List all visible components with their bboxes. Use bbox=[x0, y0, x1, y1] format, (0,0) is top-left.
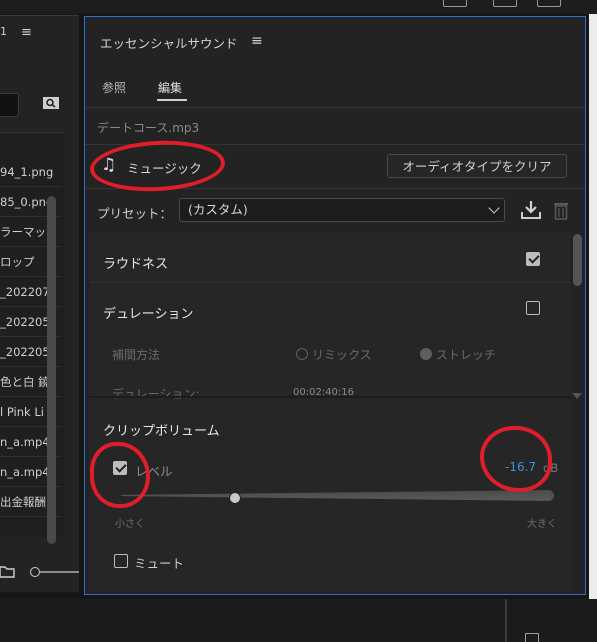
zoom-slider-handle[interactable] bbox=[30, 567, 40, 577]
divider bbox=[505, 599, 507, 642]
loudness-checkbox[interactable] bbox=[526, 252, 540, 266]
panel-title[interactable]: エッセンシャルサウンド bbox=[100, 33, 238, 52]
trash-icon[interactable] bbox=[552, 200, 570, 220]
duration-checkbox[interactable] bbox=[526, 301, 540, 315]
interpolation-label: 補間方法 bbox=[112, 348, 161, 362]
project-tab-label[interactable]: 1 bbox=[0, 25, 7, 38]
background-strip bbox=[589, 14, 597, 642]
divider bbox=[0, 15, 79, 16]
mute-checkbox[interactable] bbox=[114, 554, 128, 568]
clear-audio-type-button[interactable]: オーディオタイプをクリア bbox=[387, 154, 567, 178]
timeline-area bbox=[0, 599, 597, 642]
clip-volume-title: クリップボリューム bbox=[103, 424, 220, 439]
window-icon[interactable] bbox=[443, 0, 467, 7]
remix-radio[interactable] bbox=[296, 348, 308, 360]
search-input[interactable] bbox=[0, 93, 19, 117]
stretch-radio[interactable] bbox=[420, 348, 432, 360]
loudness-label: ラウドネス bbox=[103, 257, 169, 272]
level-slider-thumb[interactable] bbox=[228, 492, 241, 504]
panel-icon[interactable] bbox=[525, 633, 539, 642]
scrollbar[interactable] bbox=[573, 234, 582, 286]
folder-icon[interactable] bbox=[0, 564, 16, 578]
menu-icon[interactable]: ≡ bbox=[251, 33, 263, 49]
duration-field-label: デュレーション: bbox=[112, 387, 200, 401]
tab-browse[interactable]: 参照 bbox=[102, 79, 126, 96]
list-item[interactable]: 94_1.png bbox=[0, 157, 62, 187]
annotation-circle bbox=[90, 442, 150, 508]
search-folder-icon[interactable] bbox=[42, 96, 60, 110]
stretch-label: ストレッチ bbox=[436, 348, 497, 362]
settings-area bbox=[89, 232, 571, 592]
mute-label: ミュート bbox=[134, 556, 185, 571]
window-icon[interactable] bbox=[537, 0, 561, 7]
remix-label: リミックス bbox=[312, 348, 372, 362]
slider-min-label: 小さく bbox=[115, 519, 145, 530]
window-icon[interactable] bbox=[493, 0, 517, 7]
divider bbox=[89, 282, 571, 283]
preset-value: (カスタム) bbox=[188, 202, 248, 217]
menu-icon[interactable]: ≡ bbox=[21, 25, 32, 40]
scroll-down-arrow-icon[interactable] bbox=[572, 393, 582, 399]
divider bbox=[89, 396, 571, 398]
zoom-slider-track[interactable] bbox=[40, 571, 79, 573]
active-tab-indicator bbox=[157, 99, 187, 101]
duration-label: デュレーション bbox=[103, 307, 194, 322]
divider bbox=[85, 107, 585, 108]
save-preset-icon[interactable] bbox=[520, 200, 542, 220]
annotation-circle bbox=[480, 426, 552, 492]
preset-dropdown[interactable]: (カスタム) bbox=[179, 198, 505, 222]
tab-edit[interactable]: 編集 bbox=[158, 79, 182, 96]
slider-max-label: 大きく bbox=[527, 519, 557, 530]
clip-filename: デートコース.mp3 bbox=[97, 121, 200, 135]
preset-label: プリセット： bbox=[97, 206, 173, 221]
chevron-down-icon bbox=[488, 202, 500, 214]
scrollbar[interactable] bbox=[47, 196, 56, 544]
